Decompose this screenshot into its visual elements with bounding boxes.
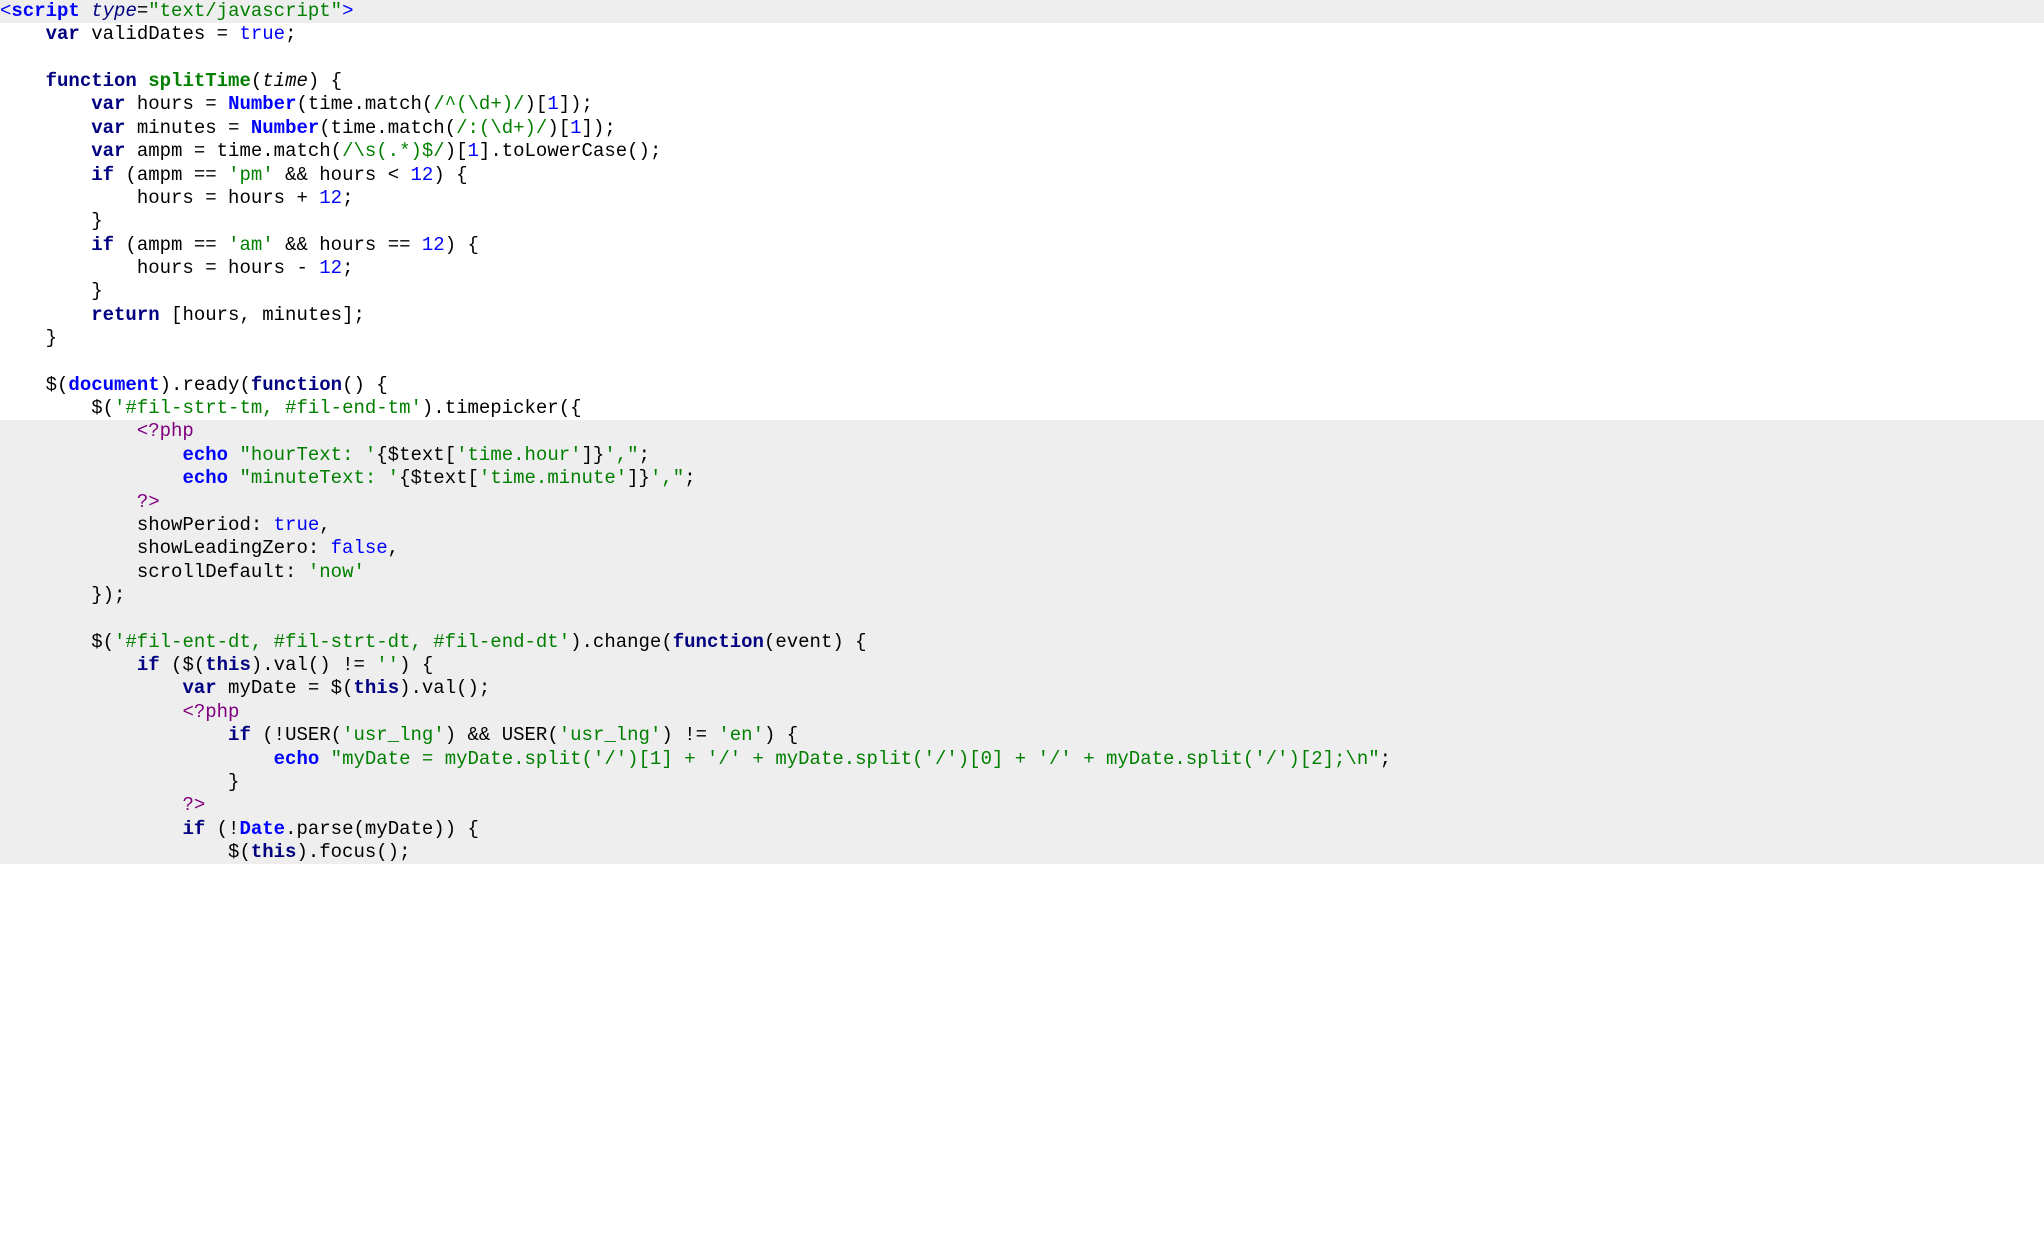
code-line: $(document).ready(function() { (0, 374, 2044, 397)
code-line: scrollDefault: 'now' (0, 561, 2044, 584)
code-line: $(this).focus(); (0, 841, 2044, 864)
code-line (0, 607, 2044, 630)
code-line: echo "hourText: '{$text['time.hour']}',"… (0, 444, 2044, 467)
code-line: } (0, 210, 2044, 233)
code-line: if (ampm == 'am' && hours == 12) { (0, 234, 2044, 257)
code-line: echo "myDate = myDate.split('/')[1] + '/… (0, 748, 2044, 771)
code-line: $('#fil-ent-dt, #fil-strt-dt, #fil-end-d… (0, 631, 2044, 654)
code-line: var validDates = true; (0, 23, 2044, 46)
code-line: if ($(this).val() != '') { (0, 654, 2044, 677)
code-line: hours = hours - 12; (0, 257, 2044, 280)
code-line: } (0, 327, 2044, 350)
code-line: ?> (0, 491, 2044, 514)
code-line: hours = hours + 12; (0, 187, 2044, 210)
code-line: var myDate = $(this).val(); (0, 677, 2044, 700)
code-line: echo "minuteText: '{$text['time.minute']… (0, 467, 2044, 490)
code-line: } (0, 771, 2044, 794)
code-line: var ampm = time.match(/\s(.*)$/)[1].toLo… (0, 140, 2044, 163)
code-line: var hours = Number(time.match(/^(\d+)/)[… (0, 93, 2044, 116)
code-line: ?> (0, 794, 2044, 817)
code-line: <?php (0, 420, 2044, 443)
code-line: if (!Date.parse(myDate)) { (0, 818, 2044, 841)
code-line: function splitTime(time) { (0, 70, 2044, 93)
code-line: if (!USER('usr_lng') && USER('usr_lng') … (0, 724, 2044, 747)
code-line: return [hours, minutes]; (0, 304, 2044, 327)
code-line: }); (0, 584, 2044, 607)
code-line: if (ampm == 'pm' && hours < 12) { (0, 164, 2044, 187)
code-line: <script type="text/javascript"> (0, 0, 2044, 23)
code-line: <?php (0, 701, 2044, 724)
code-line: var minutes = Number(time.match(/:(\d+)/… (0, 117, 2044, 140)
code-line (0, 350, 2044, 373)
code-line (0, 47, 2044, 70)
code-line: $('#fil-strt-tm, #fil-end-tm').timepicke… (0, 397, 2044, 420)
code-line: showPeriod: true, (0, 514, 2044, 537)
code-line: showLeadingZero: false, (0, 537, 2044, 560)
code-line: } (0, 280, 2044, 303)
code-block: <script type="text/javascript"> var vali… (0, 0, 2044, 864)
